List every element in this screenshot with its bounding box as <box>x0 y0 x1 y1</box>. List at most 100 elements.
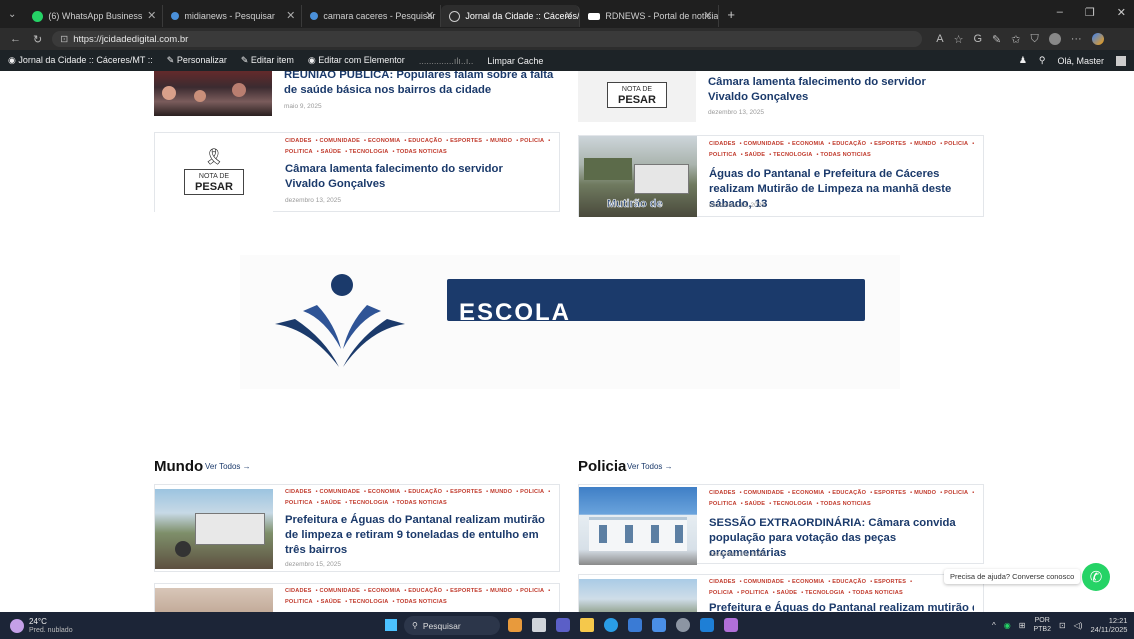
back-icon[interactable]: ← <box>10 33 21 46</box>
news-thumbnail[interactable] <box>154 71 272 116</box>
reload-icon[interactable]: ↻ <box>33 33 42 46</box>
category-link[interactable]: MUNDO <box>914 141 936 147</box>
tab-rdnews[interactable]: RDNEWS - Portal de notícias de M ✕ <box>580 5 720 27</box>
category-link[interactable]: POLITICA <box>285 500 313 506</box>
category-link[interactable]: POLICIA <box>520 138 544 144</box>
category-link[interactable]: CIDADES <box>285 588 312 594</box>
category-link[interactable]: ESPORTES <box>450 489 482 495</box>
favorites-icon[interactable]: ✩ <box>1011 33 1020 46</box>
network-icon[interactable]: ⊡ <box>1059 621 1066 630</box>
see-all-policia-link[interactable]: Ver Todos → <box>627 462 673 471</box>
category-link[interactable]: TODAS NOTICIAS <box>396 599 447 605</box>
category-link[interactable]: EDUCAÇÃO <box>408 489 442 495</box>
category-link[interactable]: SAÚDE <box>745 152 766 158</box>
task-view-icon[interactable] <box>532 618 546 632</box>
news-card[interactable]: CIDADES • COMUNIDADE • ECONOMIA • EDUCAÇÃO •… <box>154 484 560 572</box>
category-link[interactable]: EDUCAÇÃO <box>832 141 866 147</box>
clock[interactable]: 12:21 24/11/2025 <box>1091 616 1128 634</box>
category-link[interactable]: ESPORTES <box>874 490 906 496</box>
category-link[interactable]: ESPORTES <box>874 141 906 147</box>
news-title[interactable]: Câmara lamenta falecimento do servidor V… <box>708 75 968 105</box>
notification-icon[interactable]: ♟ <box>1019 55 1027 66</box>
category-link[interactable]: ECONOMIA <box>792 579 824 585</box>
news-thumbnail[interactable] <box>155 489 273 569</box>
app-icon[interactable] <box>652 618 666 632</box>
new-tab-icon[interactable]: + <box>727 7 735 22</box>
category-link[interactable]: ESPORTES <box>450 588 482 594</box>
category-link[interactable]: COMUNIDADE <box>744 579 785 585</box>
edge-icon[interactable] <box>604 618 618 632</box>
language-indicator[interactable]: POR PTB2 <box>1033 616 1051 634</box>
see-all-mundo-link[interactable]: Ver Todos → <box>205 462 251 471</box>
category-link[interactable]: SAÚDE <box>745 501 766 507</box>
tab-jornal-da-cidade[interactable]: Jornal da Cidade :: Cáceres/MT :: ... ✕ <box>441 5 581 27</box>
site-link[interactable]: ◉ Jornal da Cidade :: Cáceres/MT :: <box>8 55 153 66</box>
start-icon[interactable] <box>385 619 397 631</box>
more-icon[interactable]: ··· <box>1071 33 1082 46</box>
category-link[interactable]: POLITICA <box>285 149 313 155</box>
category-link[interactable]: MUNDO <box>914 490 936 496</box>
news-thumbnail[interactable]: NOTA DE PESAR <box>578 71 696 122</box>
favorite-icon[interactable]: ☆ <box>954 33 964 46</box>
volume-icon[interactable]: ◁) <box>1074 621 1083 630</box>
category-link[interactable]: EDUCAÇÃO <box>832 490 866 496</box>
close-tab-icon[interactable]: ✕ <box>425 9 434 22</box>
refresh-extension-icon[interactable]: G <box>973 33 982 46</box>
category-link[interactable]: COMUNIDADE <box>744 141 785 147</box>
weather-widget[interactable]: 24°C Pred. nublado <box>10 617 73 635</box>
category-link[interactable]: ECONOMIA <box>792 490 824 496</box>
category-link[interactable]: TODAS NOTICIAS <box>820 152 871 158</box>
news-thumbnail[interactable] <box>579 487 697 565</box>
news-thumbnail[interactable]: 🎗 NOTA DE PESAR <box>155 133 273 212</box>
category-link[interactable]: SAÚDE <box>321 500 342 506</box>
store-icon[interactable] <box>628 618 642 632</box>
teams-icon[interactable] <box>556 618 570 632</box>
category-link[interactable]: EDUCAÇÃO <box>832 579 866 585</box>
minimize-icon[interactable]: – <box>1057 6 1063 19</box>
news-card[interactable]: NOTA DE PESAR Câmara lamenta falecimento… <box>578 71 984 122</box>
read-aloud-icon[interactable]: A <box>936 33 943 46</box>
category-link[interactable]: TODAS NOTICIAS <box>852 590 903 596</box>
close-tab-icon[interactable]: ✕ <box>147 9 156 22</box>
whatsapp-chat-button[interactable]: ✆ <box>1082 563 1110 591</box>
tray-app-icon[interactable]: ◉ <box>1004 621 1011 630</box>
restore-icon[interactable]: ❐ <box>1085 6 1095 19</box>
category-link[interactable]: CIDADES <box>709 490 736 496</box>
category-link[interactable]: TECNOLOGIA <box>773 501 812 507</box>
category-link[interactable]: TODAS NOTICIAS <box>396 149 447 155</box>
category-link[interactable]: TECNOLOGIA <box>349 599 388 605</box>
news-thumbnail[interactable]: Mutirão de <box>579 136 697 217</box>
news-title[interactable]: Prefeitura e Águas do Pantanal realizam … <box>285 513 550 558</box>
search-icon[interactable]: ⚲ <box>1039 55 1046 66</box>
news-card[interactable]: 🎗 NOTA DE PESAR CIDADES • COMUNIDADE • ECO… <box>154 132 560 212</box>
taskbar-search[interactable]: ⚲ Pesquisar <box>404 616 500 635</box>
whatsapp-help-tooltip[interactable]: Precisa de ajuda? Converse conosco <box>944 569 1081 584</box>
news-thumbnail[interactable] <box>155 588 273 612</box>
news-card[interactable]: REUNIÃO PÚBLICA: Populares falam sobre a… <box>154 71 560 121</box>
category-link[interactable]: MUNDO <box>490 138 512 144</box>
shield-icon[interactable]: ⛉ <box>1030 33 1038 46</box>
category-link[interactable]: TODAS NOTICIAS <box>396 500 447 506</box>
close-tab-icon[interactable]: ✕ <box>286 9 295 22</box>
category-link[interactable]: COMUNIDADE <box>320 138 361 144</box>
extension-icon[interactable]: ✎ <box>992 33 1001 46</box>
tab-midianews[interactable]: midianews - Pesquisar ✕ <box>163 5 303 27</box>
category-link[interactable]: ECONOMIA <box>792 141 824 147</box>
category-link[interactable]: POLICIA <box>944 490 968 496</box>
category-link[interactable]: EDUCAÇÃO <box>408 588 442 594</box>
category-link[interactable]: MUNDO <box>490 489 512 495</box>
category-link[interactable]: POLICIA <box>944 141 968 147</box>
category-link[interactable]: POLICIA <box>709 590 733 596</box>
widgets-icon[interactable] <box>508 618 522 632</box>
category-link[interactable]: ECONOMIA <box>368 588 400 594</box>
site-info-icon[interactable]: ⊡ <box>60 34 68 45</box>
category-link[interactable]: MUNDO <box>490 588 512 594</box>
category-link[interactable]: CIDADES <box>709 579 736 585</box>
category-link[interactable]: COMUNIDADE <box>320 489 361 495</box>
category-link[interactable]: POLITICA <box>709 501 737 507</box>
copilot-icon[interactable] <box>1091 32 1104 45</box>
close-tab-icon[interactable]: ✕ <box>564 9 573 22</box>
chevron-up-icon[interactable]: ^ <box>992 621 996 630</box>
category-link[interactable]: POLITICA <box>285 599 313 605</box>
category-link[interactable]: CIDADES <box>709 141 736 147</box>
